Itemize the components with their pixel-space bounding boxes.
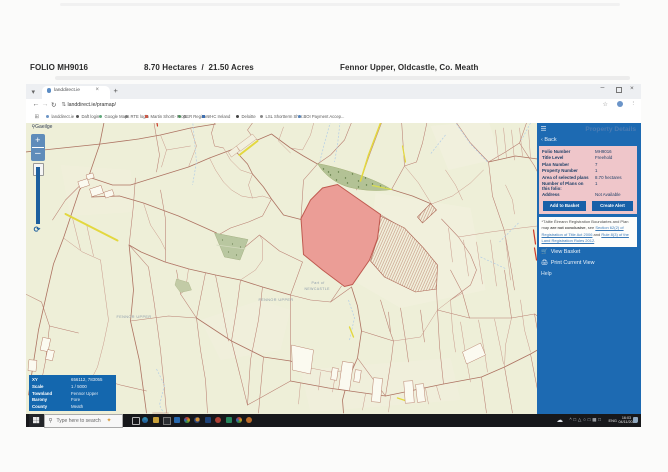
svg-text:FENNOR UPPER: FENNOR UPPER — [258, 298, 293, 302]
svg-text:FENNOR UPPER: FENNOR UPPER — [116, 315, 151, 319]
svg-text:Part of: Part of — [311, 281, 324, 285]
svg-text:NEWCASTLE: NEWCASTLE — [304, 287, 330, 291]
